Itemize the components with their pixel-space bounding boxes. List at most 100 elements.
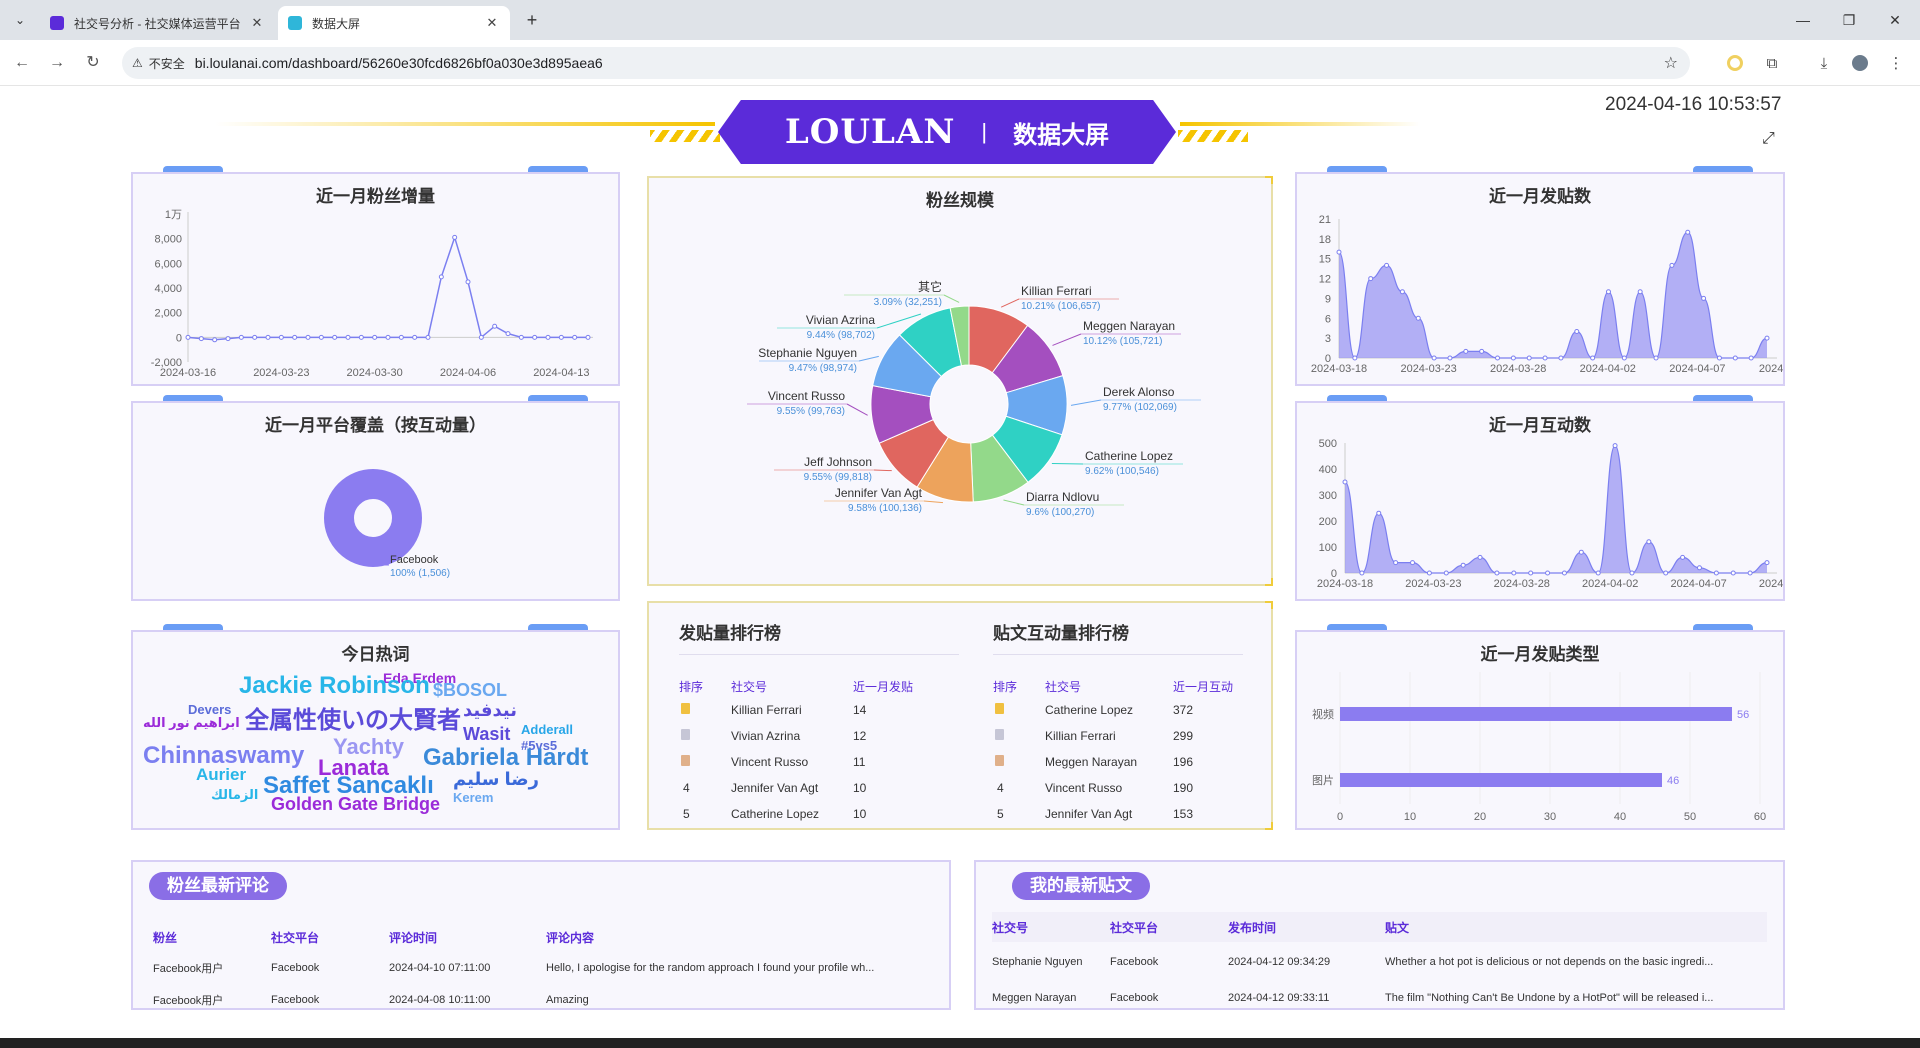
minimize-icon[interactable]: —	[1780, 0, 1826, 40]
value-cell: 196	[1173, 755, 1194, 769]
hotword[interactable]: Wasit	[463, 724, 510, 745]
column-header: 近一月互动	[1173, 679, 1234, 694]
y-tick-label: 12	[1319, 274, 1331, 286]
new-tab-button[interactable]: +	[520, 8, 544, 32]
data-point	[372, 334, 378, 340]
hotword[interactable]: Golden Gate Bridge	[271, 794, 440, 815]
data-point	[452, 234, 458, 240]
close-window-icon[interactable]: ✕	[1872, 0, 1918, 40]
data-point	[305, 334, 311, 340]
table-row[interactable]: Meggen Narayan Facebook 2024-04-12 09:33…	[992, 982, 1767, 1014]
table-row[interactable]: 5 Jennifer Van Agt 153	[993, 801, 1233, 827]
table-row[interactable]: 4 Vincent Russo 190	[993, 775, 1233, 801]
reload-icon[interactable]: ↻	[81, 51, 105, 75]
column-header: 粉丝	[153, 930, 178, 945]
label-leader-line	[873, 469, 892, 472]
table-row[interactable]: 5 Catherine Lopez 10	[679, 801, 913, 827]
restore-icon[interactable]: ❐	[1826, 0, 1872, 40]
tab-social-analysis[interactable]: 社交号分析 - 社交媒体运营平台 ✕	[40, 6, 275, 40]
post-ranking-table: 排序 社交号 近一月发贴 Killian Ferrari 14 Vivian Azr…	[679, 675, 913, 827]
data-point	[425, 334, 431, 340]
divider	[679, 654, 959, 655]
table-row[interactable]: Vincent Russo 11	[679, 749, 913, 775]
data-point	[318, 334, 324, 340]
name-cell: Catherine Lopez	[731, 807, 820, 821]
table-row[interactable]: Killian Ferrari 299	[993, 723, 1233, 749]
table-row[interactable]: Catherine Lopez 372	[993, 697, 1233, 723]
profile-avatar-icon[interactable]	[1848, 51, 1872, 75]
hotword[interactable]: ابراهيم نور الله	[143, 715, 240, 731]
corner-decoration	[1265, 601, 1273, 609]
data-point	[412, 334, 418, 340]
panel-my-posts: 我的最新贴文 社交号 社交平台 发布时间 贴文 Stephanie Nguyen…	[974, 860, 1785, 1010]
hotword[interactable]: رضا سليم	[453, 769, 539, 790]
data-point	[1399, 289, 1405, 295]
name-cell: Jennifer Van Agt	[1045, 807, 1133, 821]
extensions-puzzle-icon[interactable]: ⧉	[1760, 51, 1784, 75]
data-point	[1393, 560, 1399, 566]
tab-close-icon[interactable]: ✕	[249, 15, 265, 31]
table-row[interactable]: Vivian Azrina 12	[679, 723, 913, 749]
panel-hotwords: 今日热词 Eda Erdem Jackie Robinson $BOSOL Dever…	[131, 624, 620, 830]
bar-value-label: 56	[1737, 709, 1749, 721]
y-tick-label: 3	[1325, 333, 1331, 345]
hotword[interactable]: Kerem	[453, 790, 493, 805]
table-row[interactable]: Facebook用户 Facebook 2024-04-08 10:11:00 …	[153, 984, 933, 1016]
data-point	[1359, 570, 1365, 576]
panel-interactions: 近一月互动数 500 400 300 200 100 0 2024-03-18 2024-03…	[1295, 395, 1785, 601]
data-point	[558, 334, 564, 340]
data-point	[1460, 562, 1466, 568]
tab-dashboard[interactable]: 数据大屏 ✕	[278, 6, 510, 40]
value-cell: 11	[853, 755, 866, 769]
divider	[993, 654, 1243, 655]
content-cell: Hello, I apologise for the random approa…	[546, 962, 875, 974]
x-tick-label: 2024-04-06	[440, 367, 496, 379]
hotword[interactable]: Aurier	[196, 765, 246, 785]
data-point	[1574, 329, 1580, 335]
hotword[interactable]: 全属性使いの大賢者	[245, 700, 461, 735]
download-icon[interactable]: ⤓	[1812, 51, 1836, 75]
table-row[interactable]: Stephanie Nguyen Facebook 2024-04-12 09:…	[992, 942, 1767, 982]
data-point	[1545, 570, 1551, 576]
hotword[interactable]: Gabriela Hardt	[423, 744, 588, 772]
hotword[interactable]: Adderall	[521, 722, 573, 737]
table-row[interactable]: Meggen Narayan 196	[993, 749, 1233, 775]
x-tick-label: 30	[1544, 811, 1556, 823]
data-point	[1696, 565, 1702, 571]
data-point	[1605, 289, 1611, 295]
data-point	[1410, 560, 1416, 566]
tab-search-icon[interactable]: ⌄	[8, 8, 32, 32]
panel-rankings: 发贴量排行榜 排序 社交号 近一月发贴 Killian Ferrari 14 Viv…	[647, 601, 1273, 830]
bookmark-star-icon[interactable]: ☆	[1664, 53, 1678, 73]
address-input[interactable]: ⚠ 不安全 bi.loulanai.com/dashboard/56260e30…	[122, 47, 1690, 79]
table-row[interactable]: 4 Jennifer Van Agt 10	[679, 775, 913, 801]
y-tick-label: 0	[176, 332, 182, 344]
back-icon[interactable]: ←	[10, 51, 34, 75]
area-line	[1344, 444, 1768, 574]
forward-icon[interactable]: →	[45, 51, 69, 75]
data-point	[278, 334, 284, 340]
content-cell: The film "Nothing Can't Be Undone by a H…	[1385, 992, 1714, 1004]
label-leader-line	[943, 294, 960, 303]
hotword[interactable]: Jackie Robinson	[239, 672, 430, 700]
area-fill	[1345, 445, 1767, 573]
table-row[interactable]: Killian Ferrari 14	[679, 697, 913, 723]
time-cell: 2024-04-12 09:34:29	[1228, 956, 1331, 968]
fullscreen-icon[interactable]: ⤢	[1762, 130, 1775, 148]
hotword[interactable]: $BOSOL	[433, 680, 507, 701]
data-point	[198, 336, 204, 342]
hotword[interactable]: نيدفيد	[463, 700, 517, 721]
data-point	[1621, 355, 1627, 361]
column-header: 排序	[993, 679, 1018, 694]
extension-circle-icon[interactable]	[1723, 51, 1747, 75]
table-row[interactable]: Facebook用户 Facebook 2024-04-10 07:11:00 …	[153, 952, 933, 984]
name-cell: Killian Ferrari	[731, 703, 802, 717]
data-point	[332, 334, 338, 340]
rank-cell	[993, 723, 1045, 749]
hotword[interactable]: الزمالك	[211, 787, 258, 803]
tab-close-icon[interactable]: ✕	[484, 15, 500, 31]
data-point	[1732, 355, 1738, 361]
data-point	[1764, 560, 1770, 566]
data-point	[1578, 549, 1584, 555]
menu-kebab-icon[interactable]: ⋮	[1884, 51, 1908, 75]
